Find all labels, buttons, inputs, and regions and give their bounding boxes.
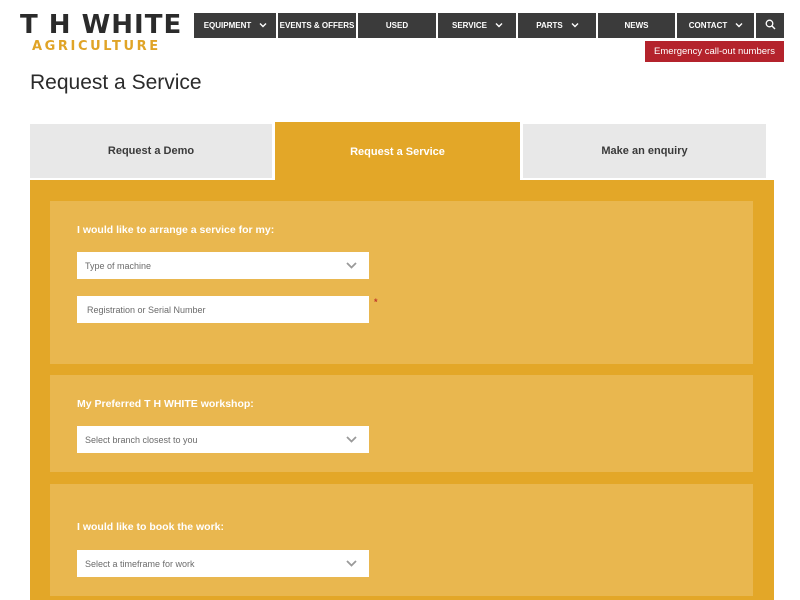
chevron-down-icon xyxy=(495,22,503,29)
select-value: Select a timeframe for work xyxy=(85,558,195,569)
booking-section-label: I would like to book the work: xyxy=(77,521,225,533)
emergency-callout-button[interactable]: Emergency call-out numbers xyxy=(645,41,784,62)
logo[interactable]: T H WHITE AGRICULTURE xyxy=(20,10,183,54)
workshop-section-label: My Preferred T H WHITE workshop: xyxy=(77,398,254,410)
page-title: Request a Service xyxy=(30,71,202,94)
tab-request-service[interactable]: Request a Service xyxy=(275,122,520,182)
chevron-down-icon xyxy=(346,262,357,269)
nav-item-used[interactable]: USED xyxy=(358,13,436,38)
machine-section: I would like to arrange a service for my… xyxy=(50,201,753,364)
chevron-down-icon xyxy=(571,22,579,29)
chevron-down-icon xyxy=(259,22,267,29)
nav-item-label: NEWS xyxy=(624,21,649,30)
nav-item-label: EVENTS & OFFERS xyxy=(279,21,355,30)
nav-item-label: SERVICE xyxy=(452,21,487,30)
nav-item-label: CONTACT xyxy=(688,21,728,30)
chevron-down-icon xyxy=(346,436,357,443)
logo-sub-text: AGRICULTURE xyxy=(32,39,161,54)
nav-item-parts[interactable]: PARTS xyxy=(518,13,596,38)
nav-item-contact[interactable]: CONTACT xyxy=(677,13,754,38)
required-marker: * xyxy=(374,297,378,307)
select-value: Select branch closest to you xyxy=(85,434,198,445)
nav-item-service[interactable]: SERVICE xyxy=(438,13,516,38)
booking-section: I would like to book the work: Select a … xyxy=(50,484,753,596)
branch-select[interactable]: Select branch closest to you xyxy=(77,426,369,453)
tab-make-enquiry[interactable]: Make an enquiry xyxy=(523,124,766,178)
machine-section-label: I would like to arrange a service for my… xyxy=(77,224,275,236)
nav-item-label: EQUIPMENT xyxy=(203,21,252,30)
machine-type-select[interactable]: Type of machine xyxy=(77,252,369,279)
chevron-down-icon xyxy=(735,22,743,29)
logo-main-text: T H WHITE xyxy=(20,10,183,40)
search-button[interactable] xyxy=(756,13,784,38)
serial-number-input[interactable] xyxy=(77,296,369,323)
workshop-section: My Preferred T H WHITE workshop: Select … xyxy=(50,375,753,472)
nav-item-events-offers[interactable]: EVENTS & OFFERS xyxy=(278,13,356,38)
nav-item-label: PARTS xyxy=(536,21,563,30)
tab-request-demo[interactable]: Request a Demo xyxy=(30,124,272,178)
nav-item-label: USED xyxy=(385,21,409,30)
timeframe-select[interactable]: Select a timeframe for work xyxy=(77,550,369,577)
nav-item-news[interactable]: NEWS xyxy=(598,13,675,38)
nav-item-equipment[interactable]: EQUIPMENT xyxy=(194,13,276,38)
select-value: Type of machine xyxy=(85,260,152,271)
search-icon xyxy=(765,19,776,32)
chevron-down-icon xyxy=(346,560,357,567)
